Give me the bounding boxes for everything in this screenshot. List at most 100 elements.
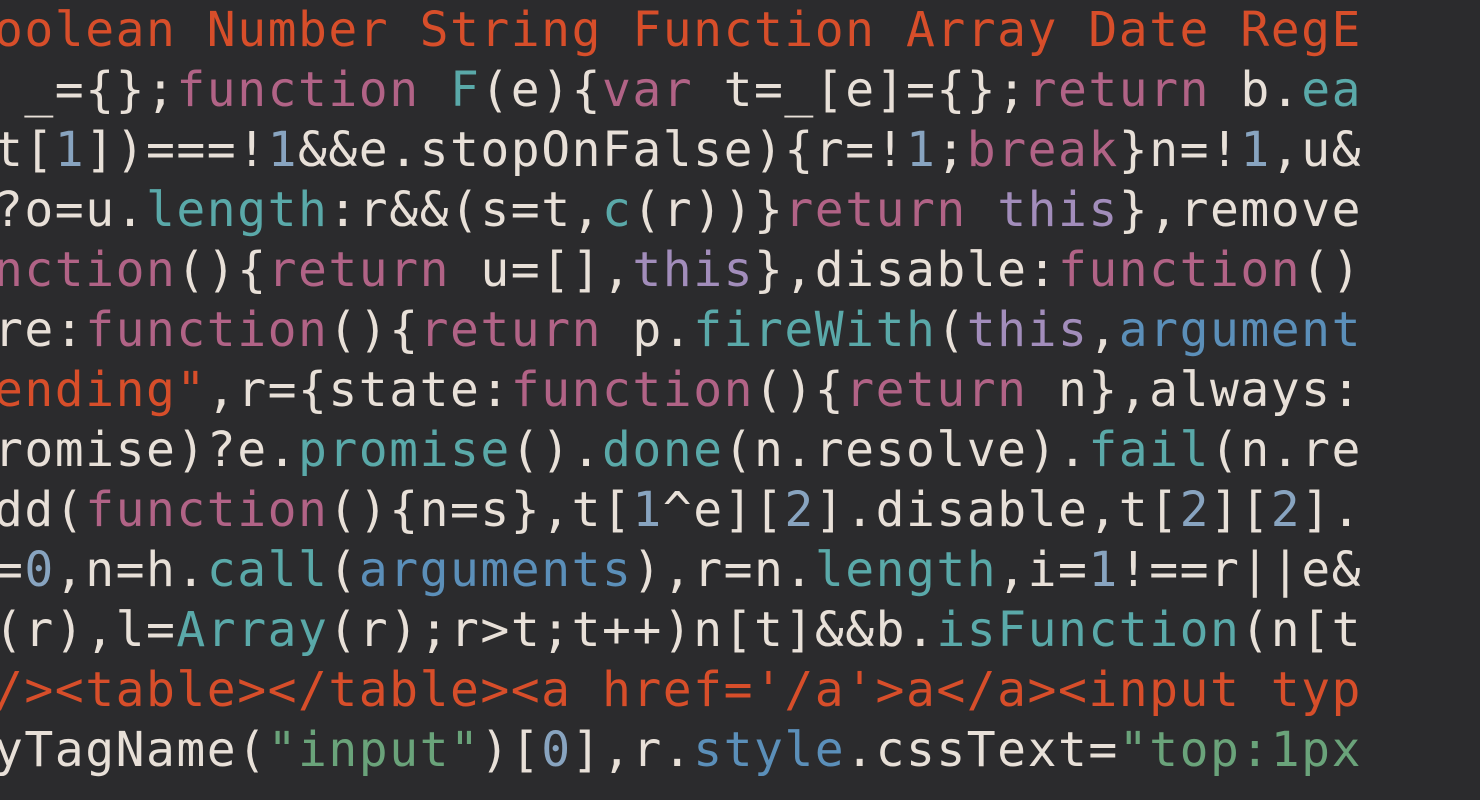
code-token: nction (0, 242, 176, 298)
code-token: F (450, 62, 480, 118)
code-token: this (967, 302, 1089, 358)
code-token: e& (1301, 542, 1362, 598)
code-token: && (389, 182, 450, 238)
code-line: ?o=u.length:r&&(s=t,c(r))}return this},r… (0, 180, 1474, 240)
code-token: = (146, 602, 176, 658)
code-token: arguments (359, 542, 633, 598)
code-line: nction(){return u=[],this},disable:funct… (0, 240, 1474, 300)
code-token: = (511, 182, 541, 238)
code-token: (){ (754, 362, 845, 418)
code-token: n. (754, 542, 815, 598)
code-token: function (1058, 242, 1301, 298)
code-token: ]. (1301, 482, 1362, 538)
code-token: n},always: (1028, 362, 1362, 418)
code-token: = (268, 362, 298, 418)
code-line: romise)?e.promise().done(n.resolve).fail… (0, 420, 1474, 480)
code-token: (n.resolve). (724, 422, 1089, 478)
code-token: fireWith (693, 302, 936, 358)
code-token: ( (936, 302, 966, 358)
code-token: c (602, 182, 632, 238)
code-token: ][ (1210, 482, 1271, 538)
code-line: ending",r={state:function(){return n},al… (0, 360, 1474, 420)
code-token: (r),l (0, 602, 146, 658)
code-token: promise (298, 422, 511, 478)
code-token: romise)?e. (0, 422, 298, 478)
code-token: isFunction (936, 602, 1240, 658)
code-token: },remove (1119, 182, 1362, 238)
code-token: (). (511, 422, 602, 478)
code-token: "input" (268, 722, 481, 778)
code-token: (s (450, 182, 511, 238)
code-token: return (784, 182, 966, 238)
code-token: },disable: (754, 242, 1058, 298)
code-token: = (1058, 542, 1088, 598)
code-token: (){ (176, 242, 267, 298)
code-token: =! (845, 122, 906, 178)
code-token: && (298, 122, 359, 178)
code-token: b. (1210, 62, 1301, 118)
code-token: () (1301, 242, 1362, 298)
code-token: u (450, 242, 511, 298)
code-token: h. (146, 542, 207, 598)
code-token: (e){ (480, 62, 602, 118)
code-token: return (268, 242, 450, 298)
code-token: || (1240, 542, 1301, 598)
code-token: "top:1px (1119, 722, 1362, 778)
code-token: ,r (207, 362, 268, 418)
code-line: /><table></table><a href='/a'>a</a><inpu… (0, 660, 1474, 720)
code-token: 1 (1088, 542, 1118, 598)
code-token: {}; (85, 62, 176, 118)
code-line: t[1])===!1&&e.stopOnFalse){r=!1;break}n=… (0, 120, 1474, 180)
code-token: )[ (480, 722, 541, 778)
code-token: this (632, 242, 754, 298)
code-token: return (420, 302, 602, 358)
code-token: ,u& (1271, 122, 1362, 178)
code-token: 2 (1271, 482, 1301, 538)
code-token: (r))} (632, 182, 784, 238)
code-token: 1 (906, 122, 936, 178)
code-line: _={};function F(e){var t=_[e]={};return … (0, 60, 1474, 120)
code-token: =! (1180, 122, 1241, 178)
code-token: return (845, 362, 1027, 418)
code-token: ,i (997, 542, 1058, 598)
code-token: s},t[ (480, 482, 632, 538)
code-token: ; (936, 122, 966, 178)
code-line: dd(function(){n=s},t[1^e][2].disable,t[2… (0, 480, 1474, 540)
code-token (967, 182, 997, 238)
code-token: ( (328, 542, 358, 598)
code-token: = (116, 542, 146, 598)
code-line: re:function(){return p.fireWith(this,arg… (0, 300, 1474, 360)
code-token: 1 (55, 122, 85, 178)
code-token: = (55, 182, 85, 238)
code-token: (){ (328, 302, 419, 358)
code-token: ,n (55, 542, 116, 598)
code-token: > (480, 602, 510, 658)
code-token: /><table></table><a href='/a'>a</a><inpu… (0, 662, 1362, 718)
code-token: t (693, 62, 754, 118)
code-token: ),r (632, 542, 723, 598)
code-token: function (511, 362, 754, 418)
code-token: = (1088, 722, 1118, 778)
code-token: ending" (0, 362, 207, 418)
code-token: [], (541, 242, 632, 298)
code-token: .cssText (845, 722, 1088, 778)
code-token: t;t (511, 602, 602, 658)
code-token: ===! (146, 122, 268, 178)
code-token: = (450, 482, 480, 538)
code-token: var (602, 62, 693, 118)
code-token: t[ (0, 122, 55, 178)
code-token: stopOnFalse (420, 122, 754, 178)
code-token: function (176, 62, 419, 118)
code-token: (r);r (328, 602, 480, 658)
code-token: ++ (602, 602, 663, 658)
code-token: length (146, 182, 328, 238)
code-token: = (0, 542, 24, 598)
code-token: r (1210, 542, 1240, 598)
code-token: 0 (24, 542, 54, 598)
code-token: (){n (328, 482, 450, 538)
code-token: oolean Number String Function Array Date… (0, 2, 1362, 58)
code-token: ^ (663, 482, 693, 538)
code-token: ],r. (572, 722, 694, 778)
code-token: !== (1119, 542, 1210, 598)
code-token: ].disable,t[ (815, 482, 1180, 538)
